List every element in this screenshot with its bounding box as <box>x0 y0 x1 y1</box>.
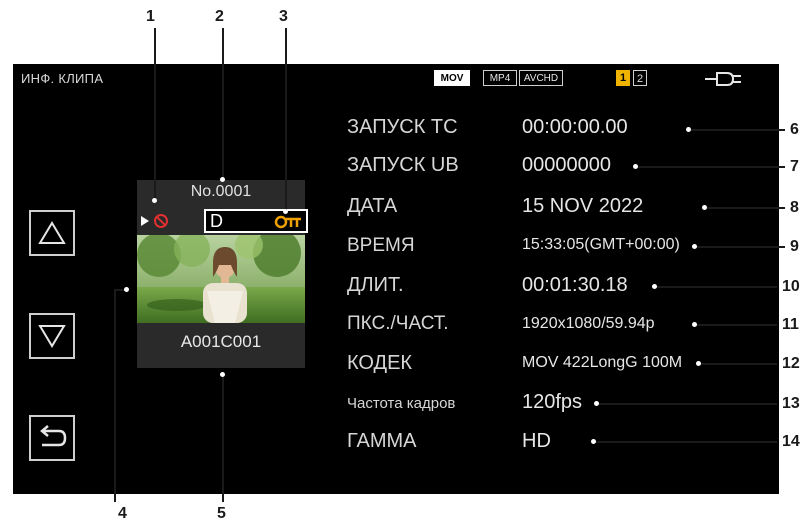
leader-line-9 <box>695 246 785 248</box>
clip-thumbnail-panel[interactable]: No.0001 D A001C001 <box>137 180 308 368</box>
label-date: ДАТА <box>347 195 398 217</box>
screen-title: ИНФ. КЛИПА <box>21 71 104 86</box>
lcd-screen: ИНФ. КЛИПА MOV MP4 AVCHD 1 2 No.0001 D A… <box>13 64 779 494</box>
callout-3: 3 <box>279 8 288 25</box>
callout-1: 1 <box>146 8 155 25</box>
play-marker-icon <box>141 216 149 226</box>
ac-power-plug-icon <box>705 72 741 86</box>
value-time: 15:33:05(GMT+00:00) <box>522 236 680 253</box>
leader-dot-2 <box>220 177 225 182</box>
leader-line-3 <box>285 28 287 211</box>
value-frame-rate: 120fps <box>522 391 583 413</box>
leader-dot-5 <box>220 372 225 377</box>
callout-12: 12 <box>782 355 800 372</box>
leader-dot-13 <box>594 401 599 406</box>
format-mp4: MP4 <box>483 70 517 86</box>
triangle-up-icon <box>38 221 66 244</box>
format-avchd: AVCHD <box>519 70 563 86</box>
leader-line-8 <box>705 207 785 209</box>
callout-5: 5 <box>217 505 226 522</box>
format-mov: MOV <box>434 70 470 86</box>
triangle-down-icon <box>38 325 66 348</box>
leader-dot-1 <box>152 198 157 203</box>
value-start-ub: 00000000 <box>522 154 611 176</box>
leader-dot-8 <box>702 205 707 210</box>
protect-key-icon <box>274 215 301 229</box>
slot-2: 2 <box>633 70 647 86</box>
scroll-up-button[interactable] <box>29 210 75 256</box>
label-codec: КОДЕК <box>347 352 413 374</box>
clip-name: A001C001 <box>180 332 262 351</box>
value-gamma: HD <box>522 430 551 452</box>
leader-dot-12 <box>696 361 701 366</box>
callout-13: 13 <box>782 395 800 412</box>
label-frame-rate: Частота кадров <box>347 395 456 412</box>
return-button[interactable] <box>29 415 75 461</box>
leader-line-5 <box>222 374 224 502</box>
callout-2: 2 <box>215 8 224 25</box>
callout-7: 7 <box>790 158 799 175</box>
value-start-tc: 00:00:00.00 <box>522 116 628 138</box>
label-start-tc: ЗАПУСК ТС <box>347 116 458 138</box>
status-letter: D <box>210 211 223 231</box>
clip-number: No.0001 <box>190 183 252 200</box>
value-codec: MOV 422LongG 100M <box>522 354 683 371</box>
leader-dot-9 <box>692 244 697 249</box>
callout-11: 11 <box>782 316 799 333</box>
callout-4: 4 <box>118 505 127 522</box>
leader-line-7 <box>636 166 785 168</box>
callout-9: 9 <box>790 238 799 255</box>
leader-line-2 <box>222 28 224 179</box>
leader-dot-4 <box>124 287 129 292</box>
label-gamma: ГАММА <box>347 430 417 452</box>
prohibited-icon <box>154 214 168 228</box>
leader-dot-14 <box>591 439 596 444</box>
leader-dot-6 <box>686 127 691 132</box>
callout-8: 8 <box>790 199 799 216</box>
leader-dot-11 <box>692 322 697 327</box>
leader-line-1 <box>154 28 156 200</box>
leader-line-10 <box>655 286 777 288</box>
clip-thumbnail-image <box>137 235 305 323</box>
callout-10: 10 <box>782 278 800 295</box>
title-bar: ИНФ. КЛИПА MOV MP4 AVCHD 1 2 <box>13 64 779 94</box>
leader-line-11 <box>695 324 777 326</box>
scroll-down-button[interactable] <box>29 313 75 359</box>
leader-line-14 <box>594 441 777 443</box>
return-arrow-icon <box>40 425 67 447</box>
leader-line-13 <box>597 403 777 405</box>
leader-dot-10 <box>652 284 657 289</box>
label-pixels-freq: ПКС./ЧАСТ. <box>347 313 449 334</box>
leader-dot-3 <box>283 209 288 214</box>
leader-dot-7 <box>633 164 638 169</box>
label-duration: ДЛИТ. <box>347 274 404 296</box>
label-time: ВРЕМЯ <box>347 235 415 256</box>
value-duration: 00:01:30.18 <box>522 274 628 296</box>
leader-line-6 <box>689 129 785 131</box>
value-pixels-freq: 1920x1080/59.94p <box>522 315 655 332</box>
callout-6: 6 <box>790 121 799 138</box>
callout-14: 14 <box>782 433 800 450</box>
label-start-ub: ЗАПУСК UB <box>347 154 459 176</box>
leader-line-4 <box>114 289 116 502</box>
clip-status-box: D <box>204 209 308 233</box>
slot-1: 1 <box>616 70 630 86</box>
value-date: 15 NOV 2022 <box>522 195 644 217</box>
leader-line-12 <box>699 363 777 365</box>
